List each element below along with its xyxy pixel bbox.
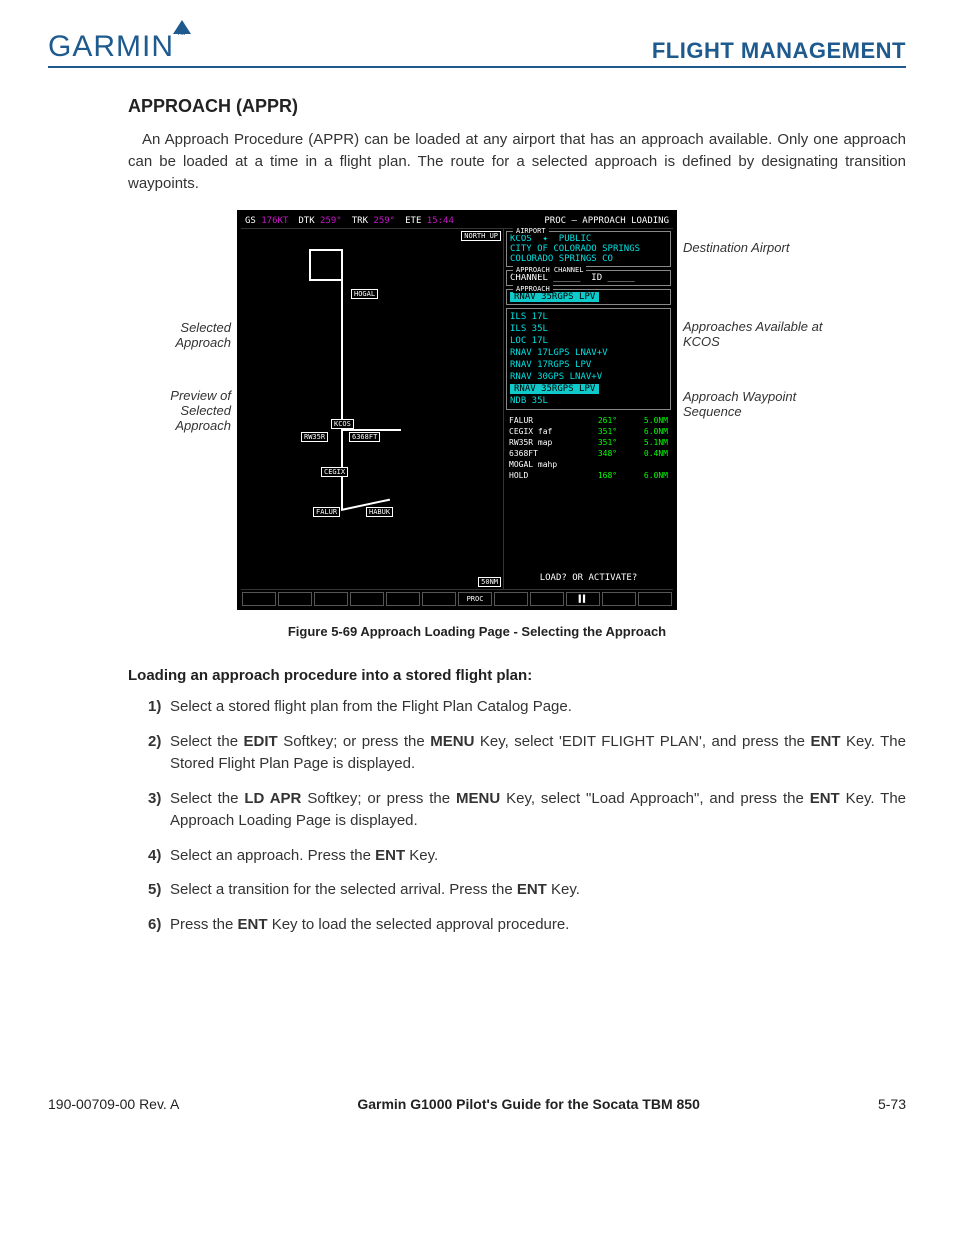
wpt-habuk: HABUK — [366, 507, 393, 517]
approach-box: APPROACH RNAV 35RGPS LPV — [506, 289, 671, 305]
garmin-triangle-icon — [173, 20, 191, 34]
subheading: Loading an approach procedure into a sto… — [128, 667, 906, 684]
step-3: 3)Select the LD APR Softkey; or press th… — [148, 788, 906, 833]
intro-paragraph: An Approach Procedure (APPR) can be load… — [128, 129, 906, 194]
channel-box: APPROACH CHANNEL CHANNEL _____ ID _____ — [506, 270, 671, 286]
wpt-kcos: KCOS — [331, 419, 354, 429]
callout-selected-approach: Selected Approach — [127, 320, 237, 350]
footer-title: Garmin G1000 Pilot's Guide for the Socat… — [357, 1096, 700, 1112]
page-footer: 190-00709-00 Rev. A Garmin G1000 Pilot's… — [48, 1096, 906, 1112]
mfd-status-bar: GS 176KT DTK 259° TRK 259° ETE 15:44 PRO… — [241, 214, 673, 229]
step-6: 6)Press the ENT Key to load the selected… — [148, 914, 906, 937]
approaches-list: ILS 17L ILS 35L LOC 17L RNAV 17LGPS LNAV… — [506, 308, 671, 410]
north-up-box: NORTH UP — [461, 231, 501, 241]
step-1: 1)Select a stored flight plan from the F… — [148, 696, 906, 719]
wpt-6368ft: 6368FT — [349, 432, 380, 442]
callout-destination: Destination Airport — [677, 240, 827, 255]
mfd-side-panel: AIRPORT KCOS ✦ PUBLIC CITY OF COLORADO S… — [504, 229, 673, 589]
wpt-falur: FALUR — [313, 507, 340, 517]
footer-page-num: 5-73 — [878, 1096, 906, 1112]
step-5: 5)Select a transition for the selected a… — [148, 879, 906, 902]
page-header: GARMIN™ FLIGHT MANAGEMENT — [48, 30, 906, 68]
softkey-bar: PROC ▌▌ — [241, 589, 673, 606]
load-activate-prompt: LOAD? OR ACTIVATE? — [506, 569, 671, 587]
brand-text: GARMIN — [48, 30, 174, 63]
figure-5-69: Selected Approach Preview of Selected Ap… — [48, 210, 906, 610]
figure-caption: Figure 5-69 Approach Loading Page - Sele… — [48, 624, 906, 639]
heading-approach: APPROACH (APPR) — [128, 96, 906, 117]
map-scale: 50NM — [478, 577, 501, 587]
callouts-left: Selected Approach Preview of Selected Ap… — [127, 210, 237, 610]
mfd-map: NORTH UP HOGAL KCOS RW35R 6368FT — [241, 229, 504, 589]
garmin-logo: GARMIN™ — [48, 30, 187, 64]
wpt-cegix: CEGIX — [321, 467, 348, 477]
airport-box: AIRPORT KCOS ✦ PUBLIC CITY OF COLORADO S… — [506, 231, 671, 267]
waypoint-sequence: FALUR261°5.0NM CEGIX faf351°6.0NM RW35R … — [506, 413, 671, 569]
mfd-screen: GS 176KT DTK 259° TRK 259° ETE 15:44 PRO… — [237, 210, 677, 610]
callouts-right: Destination Airport Approaches Available… — [677, 210, 827, 610]
procedure-steps: 1)Select a stored flight plan from the F… — [128, 696, 906, 936]
callout-preview: Preview of Selected Approach — [127, 388, 237, 433]
step-4: 4)Select an approach. Press the ENT Key. — [148, 845, 906, 868]
callout-wpt-sequence: Approach Waypoint Sequence — [677, 389, 827, 419]
step-2: 2)Select the EDIT Softkey; or press the … — [148, 731, 906, 776]
section-title: FLIGHT MANAGEMENT — [652, 38, 906, 64]
footer-doc-rev: 190-00709-00 Rev. A — [48, 1096, 179, 1112]
wpt-hogal: HOGAL — [351, 289, 378, 299]
callout-approaches-avail: Approaches Available at KCOS — [677, 319, 827, 349]
wpt-rw35r: RW35R — [301, 432, 328, 442]
